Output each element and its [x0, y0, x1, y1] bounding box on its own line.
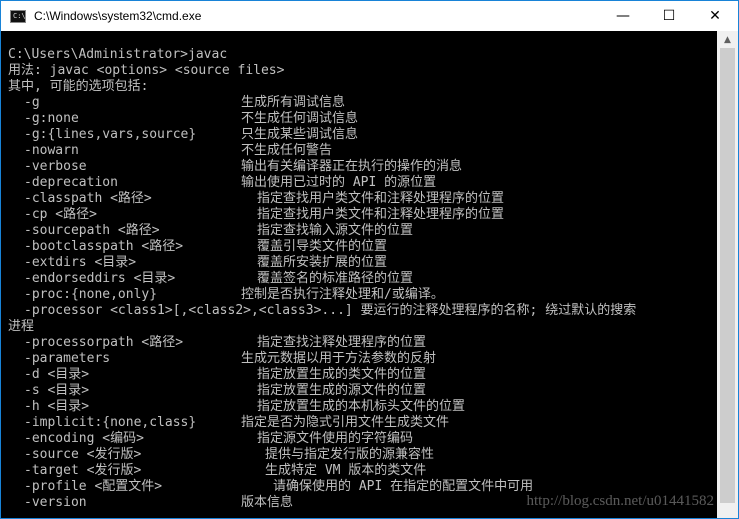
window-controls: — ☐ ✕	[600, 1, 738, 31]
option-description: 控制是否执行注释处理和/或编译。	[241, 287, 444, 302]
option-line: -deprecation 输出使用已过时的 API 的源位置	[24, 175, 436, 191]
option-flag: -bootclasspath <路径>	[24, 239, 184, 254]
option-line: -parameters 生成元数据以用于方法参数的反射	[24, 351, 436, 367]
option-description: 请确保使用的 API 在指定的配置文件中可用	[273, 479, 534, 494]
cmd-app-icon[interactable]: C:\	[10, 9, 26, 23]
minimize-button[interactable]: —	[600, 1, 646, 31]
option-line: -implicit:{none,class} 指定是否为隐式引用文件生成类文件	[24, 415, 449, 431]
option-line: -verbose 输出有关编译器正在执行的操作的消息	[24, 159, 462, 175]
option-line: -profile <配置文件> 请确保使用的 API 在指定的配置文件中可用	[24, 479, 533, 495]
scroll-up-icon[interactable]: ▲	[717, 31, 738, 48]
title-bar[interactable]: C:\ C:\Windows\system32\cmd.exe — ☐ ✕	[1, 1, 738, 31]
option-line: -d <目录> 指定放置生成的类文件的位置	[24, 367, 426, 383]
watermark-text: http://blog.csdn.net/u01441582	[526, 493, 715, 509]
option-flag: -implicit:{none,class}	[24, 415, 197, 430]
option-flag: -nowarn	[24, 143, 79, 158]
console-output[interactable]: C:\Users\Administrator>javac 用法: javac <…	[1, 31, 717, 518]
options-header: 其中, 可能的选项包括:	[8, 79, 149, 94]
option-flag: -processorpath <路径>	[24, 335, 184, 350]
option-flag: -s <目录>	[24, 383, 90, 398]
option-flag: -source <发行版>	[24, 447, 142, 462]
option-flag: -cp <路径>	[24, 207, 97, 222]
option-line: -sourcepath <路径> 指定查找输入源文件的位置	[24, 223, 413, 239]
option-line: -nowarn 不生成任何警告	[24, 143, 332, 159]
option-line: -extdirs <目录> 覆盖所安装扩展的位置	[24, 255, 387, 271]
processor-wrap-line: 进程	[8, 319, 35, 334]
option-description: 指定放置生成的类文件的位置	[257, 367, 427, 382]
scroll-thumb[interactable]	[720, 48, 735, 503]
option-description: 指定放置生成的源文件的位置	[257, 383, 427, 398]
option-description: 覆盖引导类文件的位置	[257, 239, 388, 254]
option-line: -encoding <编码> 指定源文件使用的字符编码	[24, 431, 413, 447]
option-line: -g:{lines,vars,source} 只生成某些调试信息	[24, 127, 358, 143]
option-description: 指定查找注释处理程序的位置	[257, 335, 427, 350]
option-flag: -d <目录>	[24, 367, 90, 382]
option-flag: -parameters	[24, 351, 111, 366]
option-description: 不生成任何警告	[241, 143, 333, 158]
option-flag: -proc:{none,only}	[24, 287, 158, 302]
option-description: 指定源文件使用的字符编码	[257, 431, 414, 446]
window-title: C:\Windows\system32\cmd.exe	[34, 9, 202, 23]
option-line: -h <目录> 指定放置生成的本机标头文件的位置	[24, 399, 465, 415]
option-line: -bootclasspath <路径> 覆盖引导类文件的位置	[24, 239, 387, 255]
option-description: 指定是否为隐式引用文件生成类文件	[241, 415, 450, 430]
cmd-window: C:\ C:\Windows\system32\cmd.exe — ☐ ✕ C:…	[0, 0, 739, 519]
option-flag: -version	[24, 495, 87, 510]
option-flag: -g:{lines,vars,source}	[24, 127, 197, 142]
prompt-line: C:\Users\Administrator>javac	[8, 47, 228, 62]
option-description: 生成特定 VM 版本的类文件	[265, 463, 427, 478]
option-flag: -verbose	[24, 159, 87, 174]
option-flag: -h <目录>	[24, 399, 90, 414]
option-description: 指定查找用户类文件和注释处理程序的位置	[257, 191, 505, 206]
option-line: -target <发行版> 生成特定 VM 版本的类文件	[24, 463, 426, 479]
option-flag: -profile <配置文件>	[24, 479, 163, 494]
usage-line: 用法: javac <options> <source files>	[8, 63, 285, 78]
option-description: 指定放置生成的本机标头文件的位置	[257, 399, 466, 414]
option-flag: -classpath <路径>	[24, 191, 152, 206]
option-line: -processorpath <路径> 指定查找注释处理程序的位置	[24, 335, 426, 351]
option-description: 不生成任何调试信息	[241, 111, 359, 126]
option-line: -s <目录> 指定放置生成的源文件的位置	[24, 383, 426, 399]
option-description: 只生成某些调试信息	[241, 127, 359, 142]
option-flag: -encoding <编码>	[24, 431, 144, 446]
option-line: -endorseddirs <目录> 覆盖签名的标准路径的位置	[24, 271, 413, 287]
close-button[interactable]: ✕	[692, 1, 738, 31]
option-line: -classpath <路径> 指定查找用户类文件和注释处理程序的位置	[24, 191, 504, 207]
option-description: 指定查找输入源文件的位置	[257, 223, 414, 238]
vertical-scrollbar[interactable]: ▲	[717, 31, 738, 518]
option-description: 版本信息	[241, 495, 294, 510]
option-line: -version 版本信息	[24, 495, 293, 511]
option-description: 生成元数据以用于方法参数的反射	[241, 351, 437, 366]
option-flag: -deprecation	[24, 175, 118, 190]
processor-line: -processor <class1>[,<class2>,<class3>..…	[24, 303, 637, 318]
option-flag: -g	[24, 95, 40, 110]
option-description: 覆盖所安装扩展的位置	[257, 255, 388, 270]
option-flag: -sourcepath <路径>	[24, 223, 160, 238]
option-line: -source <发行版> 提供与指定发行版的源兼容性	[24, 447, 434, 463]
option-line: -g 生成所有调试信息	[24, 95, 345, 111]
maximize-button[interactable]: ☐	[646, 1, 692, 31]
option-line: -g:none 不生成任何调试信息	[24, 111, 358, 127]
option-line: -cp <路径> 指定查找用户类文件和注释处理程序的位置	[24, 207, 504, 223]
option-flag: -endorseddirs <目录>	[24, 271, 176, 286]
option-description: 覆盖签名的标准路径的位置	[257, 271, 414, 286]
option-flag: -extdirs <目录>	[24, 255, 137, 270]
option-description: 输出有关编译器正在执行的操作的消息	[241, 159, 463, 174]
option-description: 指定查找用户类文件和注释处理程序的位置	[257, 207, 505, 222]
option-flag: -g:none	[24, 111, 79, 126]
option-description: 生成所有调试信息	[241, 95, 346, 110]
option-description: 输出使用已过时的 API 的源位置	[241, 175, 437, 190]
option-description: 提供与指定发行版的源兼容性	[265, 447, 435, 462]
option-line: -proc:{none,only} 控制是否执行注释处理和/或编译。	[24, 287, 444, 303]
option-flag: -target <发行版>	[24, 463, 142, 478]
